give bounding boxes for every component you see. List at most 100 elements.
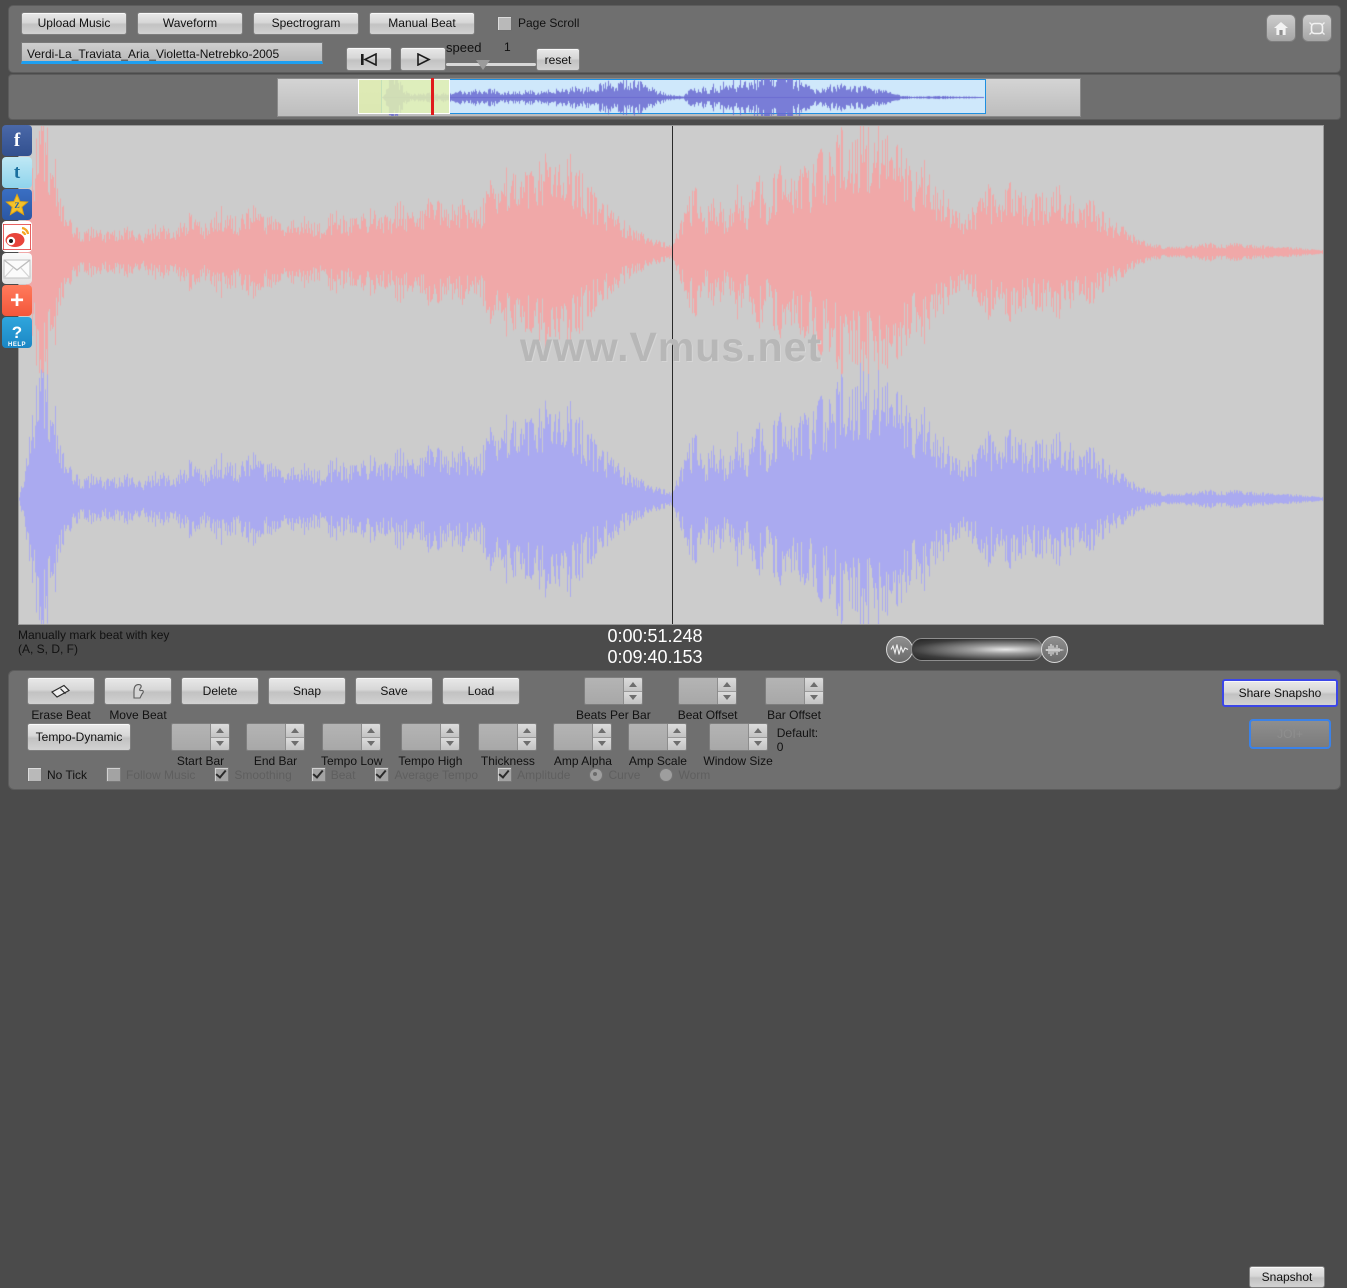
no-tick-checkbox[interactable]: [27, 767, 42, 782]
amp-scale-spinner[interactable]: [628, 723, 688, 751]
tempo-dynamic-button[interactable]: Tempo-Dynamic: [27, 723, 131, 751]
window-size-input[interactable]: [709, 724, 748, 750]
amplitude-label: Amplitude: [517, 767, 571, 782]
no-tick-group: No Tick: [27, 767, 87, 782]
start-bar-input[interactable]: [172, 724, 210, 750]
volume-slider-track[interactable]: [911, 638, 1043, 661]
twitter-icon[interactable]: t: [2, 157, 32, 188]
tempo-low-down[interactable]: [362, 737, 381, 750]
amplitude-checkbox[interactable]: [497, 767, 513, 782]
thickness-down[interactable]: [518, 737, 537, 750]
tab-spectrogram[interactable]: Spectrogram: [253, 11, 359, 35]
speed-label: speed: [446, 40, 482, 55]
beats-per-bar-spinner[interactable]: [583, 677, 643, 705]
beats-per-bar-up[interactable]: [623, 678, 642, 692]
join-button[interactable]: JOI+: [1249, 719, 1331, 749]
thickness-up[interactable]: [518, 724, 537, 738]
beat-offset-spinner[interactable]: [678, 677, 738, 705]
beats-per-bar-input[interactable]: [584, 678, 623, 704]
amp-alpha-down[interactable]: [593, 737, 612, 750]
start-bar-up[interactable]: [211, 724, 229, 738]
manual-beat-hint: Manually mark beat with key (A, S, D, F): [18, 628, 169, 656]
amp-scale-input[interactable]: [629, 724, 668, 750]
delete-button[interactable]: Delete: [181, 677, 259, 705]
load-button[interactable]: Load: [442, 677, 520, 705]
beat-offset-up[interactable]: [718, 678, 737, 692]
beat-offset-input[interactable]: [679, 678, 718, 704]
window-size-up[interactable]: [748, 724, 767, 738]
bar-offset-control: Bar Offset: [764, 677, 824, 722]
beat-checkbox[interactable]: [310, 767, 326, 782]
tempo-low-spinner[interactable]: [322, 723, 382, 751]
main-waveform-view[interactable]: www.Vmus.net: [18, 125, 1324, 625]
tempo-high-up[interactable]: [440, 724, 459, 738]
overview-playhead[interactable]: [431, 78, 434, 115]
overview-waveform-box[interactable]: [277, 78, 1081, 117]
end-bar-spinner[interactable]: [246, 723, 305, 751]
bar-offset-input[interactable]: [765, 678, 804, 704]
bar-offset-down[interactable]: [804, 691, 823, 704]
save-button[interactable]: Save: [355, 677, 433, 705]
amp-scale-up[interactable]: [668, 724, 687, 738]
thickness-spinner[interactable]: [478, 723, 538, 751]
tempo-low-input[interactable]: [323, 724, 362, 750]
follow-music-checkbox[interactable]: [106, 767, 122, 782]
amp-alpha-spinner[interactable]: [553, 723, 613, 751]
waveform-page-divider: [672, 126, 673, 624]
load-control: Load: [442, 677, 520, 705]
facebook-icon[interactable]: f: [2, 125, 32, 156]
speed-reset-button[interactable]: reset: [536, 48, 580, 71]
play-button[interactable]: [400, 47, 446, 71]
bar-offset-spinner[interactable]: [764, 677, 824, 705]
erase-beat-button[interactable]: [27, 677, 95, 705]
waveform-low-icon[interactable]: [886, 636, 913, 663]
end-bar-down[interactable]: [286, 737, 304, 750]
tempo-high-input[interactable]: [401, 724, 440, 750]
follow-music-group: Follow Music: [106, 767, 195, 782]
share-snapshot-button[interactable]: Share Snapsho: [1222, 679, 1338, 707]
speed-slider-track[interactable]: [446, 63, 536, 66]
tab-waveform[interactable]: Waveform: [137, 11, 243, 35]
amp-alpha-input[interactable]: [554, 724, 593, 750]
move-beat-button[interactable]: [104, 677, 172, 705]
snapshot-button[interactable]: Snapshot: [1249, 1266, 1325, 1288]
thickness-input[interactable]: [479, 724, 518, 750]
amp-alpha-control: Amp Alpha: [553, 723, 613, 768]
chevron-down-icon: [809, 695, 818, 701]
loaded-file-name[interactable]: Verdi-La_Traviata_Aria_Violetta-Netrebko…: [21, 42, 323, 64]
tempo-high-spinner[interactable]: [400, 723, 460, 751]
page-scroll-checkbox[interactable]: [497, 15, 512, 31]
bar-offset-up[interactable]: [804, 678, 823, 692]
waveform-high-icon[interactable]: [1041, 636, 1068, 663]
tempo-low-up[interactable]: [362, 724, 381, 738]
beats-per-bar-down[interactable]: [623, 691, 642, 704]
start-bar-spinner[interactable]: [171, 723, 230, 751]
snap-button[interactable]: Snap: [268, 677, 346, 705]
amp-alpha-up[interactable]: [593, 724, 612, 738]
help-icon[interactable]: ? HELP: [2, 317, 32, 348]
speed-slider-thumb[interactable]: [476, 60, 490, 70]
more-share-icon[interactable]: +: [2, 285, 32, 316]
vmus-app-window: Upload Music Waveform Spectrogram Manual…: [0, 0, 1347, 1288]
worm-radio[interactable]: [659, 767, 674, 782]
amp-scale-down[interactable]: [668, 737, 687, 750]
end-bar-up[interactable]: [286, 724, 304, 738]
window-size-spinner[interactable]: [708, 723, 768, 751]
start-bar-down[interactable]: [211, 737, 229, 750]
tempo-high-down[interactable]: [440, 737, 459, 750]
curve-radio[interactable]: [589, 767, 604, 782]
tab-upload-music[interactable]: Upload Music: [21, 11, 127, 35]
weibo-icon[interactable]: [2, 221, 32, 252]
smoothing-checkbox[interactable]: [214, 767, 230, 782]
rewind-to-start-button[interactable]: [346, 47, 392, 71]
qzone-star-icon[interactable]: Z: [2, 189, 32, 220]
fullscreen-button[interactable]: [1302, 14, 1332, 42]
end-bar-input[interactable]: [247, 724, 285, 750]
email-icon[interactable]: [2, 253, 32, 284]
average-tempo-checkbox[interactable]: [374, 767, 390, 782]
window-size-down[interactable]: [748, 737, 767, 750]
tab-manual-beat[interactable]: Manual Beat: [369, 11, 475, 35]
beat-offset-down[interactable]: [718, 691, 737, 704]
home-button[interactable]: [1266, 14, 1296, 42]
overview-zoom-window[interactable]: [358, 79, 450, 114]
